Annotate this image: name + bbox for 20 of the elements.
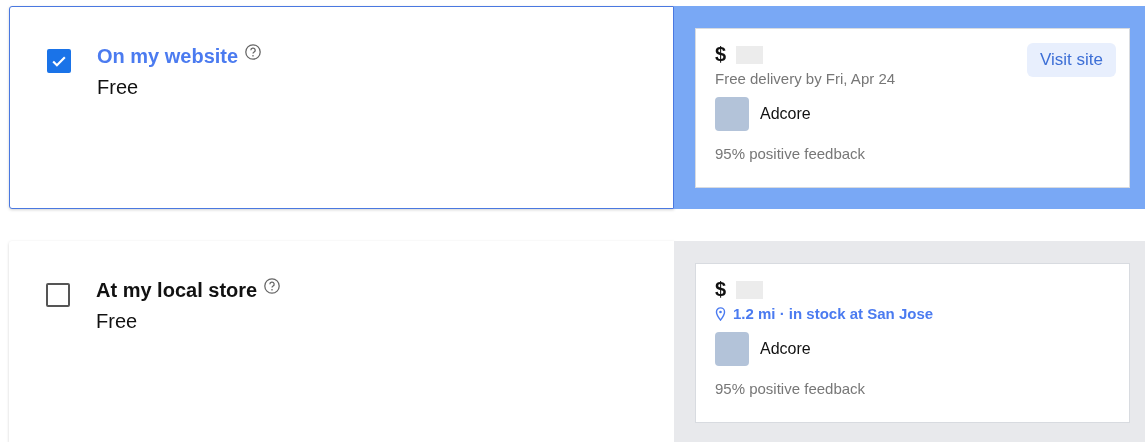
currency-symbol: $ [715, 278, 727, 301]
checkbox[interactable] [46, 283, 70, 307]
help-icon[interactable] [263, 277, 282, 295]
option-title: On my website [97, 45, 239, 68]
seller-logo-placeholder [715, 97, 749, 131]
option-price: Free [96, 310, 139, 333]
feedback-text: 95% positive feedback [715, 145, 867, 162]
help-icon[interactable] [244, 43, 263, 61]
seller-logo-placeholder [715, 332, 749, 366]
checkbox[interactable] [47, 49, 71, 73]
seller-name: Adcore [760, 340, 811, 358]
visit-site-button[interactable]: Visit site [1027, 43, 1116, 77]
currency-symbol: $ [715, 43, 727, 66]
location-pin-icon [715, 306, 726, 321]
feedback-text: 95% positive feedback [715, 380, 867, 397]
delivery-text: Free delivery by Fri, Apr 24 [715, 70, 896, 87]
store-location-link[interactable]: 1.2 mi · in stock at San Jose [733, 305, 934, 322]
option-title: At my local store [96, 279, 258, 302]
option-price: Free [97, 76, 140, 99]
seller-name: Adcore [760, 105, 811, 123]
